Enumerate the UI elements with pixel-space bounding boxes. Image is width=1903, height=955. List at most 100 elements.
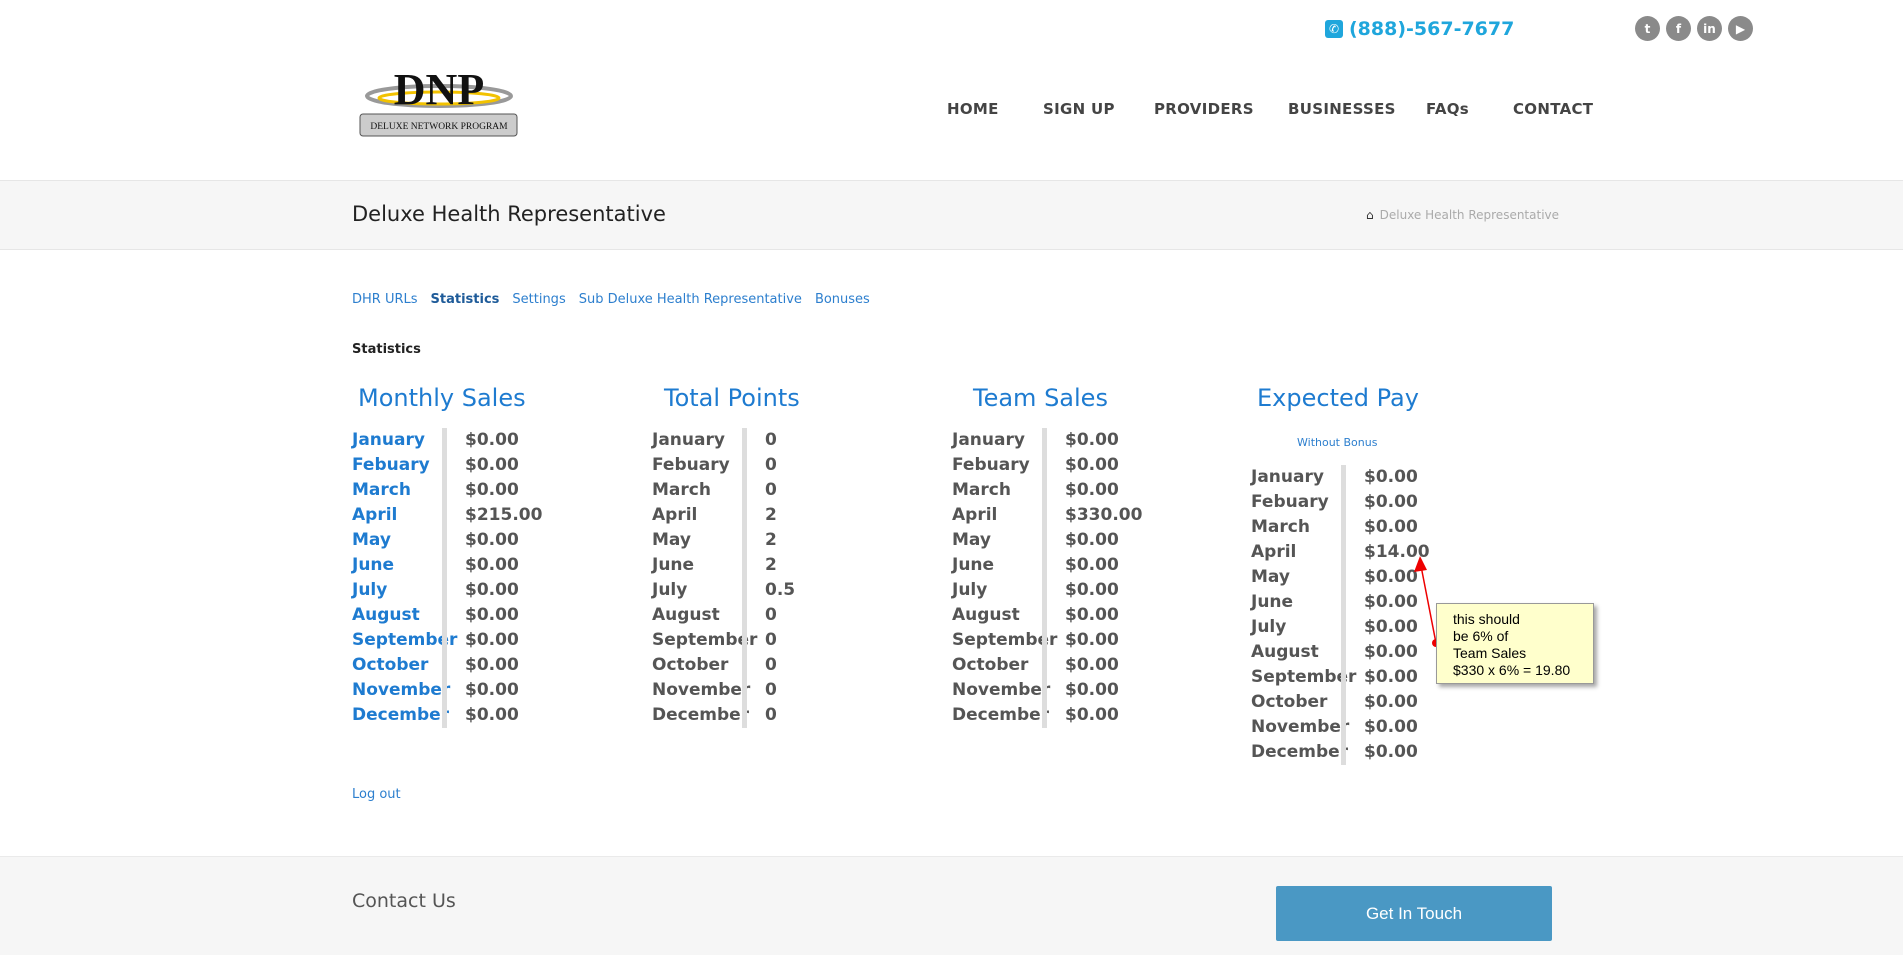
table-value-row: $0.00	[1065, 678, 1142, 703]
tab-dhr-urls[interactable]: DHR URLs	[352, 292, 418, 307]
month-label: November	[952, 680, 1051, 700]
table-value-row: $0.00	[465, 528, 542, 553]
table-row: May	[952, 528, 1042, 553]
month-label: Febuary	[1251, 492, 1329, 512]
nav-providers[interactable]: PROVIDERS	[1154, 100, 1254, 118]
month-label: June	[352, 555, 395, 575]
month-value: $0.00	[1065, 680, 1119, 700]
month-label: August	[1251, 642, 1319, 662]
logout-link[interactable]: Log out	[352, 787, 401, 802]
nav-businesses[interactable]: BUSINESSES	[1288, 100, 1396, 118]
note-line: be 6% of	[1453, 628, 1509, 644]
month-value: 0	[765, 680, 777, 700]
month-value: 0	[765, 655, 777, 675]
table-value-row: 0	[765, 703, 795, 728]
table-value-row: 0	[765, 453, 795, 478]
table-row: August	[952, 603, 1042, 628]
table-value-row: $0.00	[1065, 478, 1142, 503]
tab-sub-dhr[interactable]: Sub Deluxe Health Representative	[579, 292, 802, 307]
month-value: 0	[765, 430, 777, 450]
table-row: March	[952, 478, 1042, 503]
table-row: Febuary	[352, 453, 442, 478]
month-label: January	[952, 430, 1025, 450]
table-value-row: $0.00	[1364, 490, 1430, 515]
svg-text:DNP: DNP	[394, 68, 484, 114]
phone-number[interactable]: ✆ (888)-567-7677	[1325, 18, 1514, 40]
table-value-row: $0.00	[1065, 453, 1142, 478]
table-value-row: 0	[765, 628, 795, 653]
table-row: November	[952, 678, 1050, 703]
table-value-row: $0.00	[465, 603, 542, 628]
month-label: December	[352, 705, 450, 725]
month-label: Febuary	[952, 455, 1030, 475]
table-value-row: $0.00	[1065, 528, 1142, 553]
home-icon[interactable]: ⌂	[1366, 208, 1374, 222]
table-value-row: 2	[765, 553, 795, 578]
table-value-row: $0.00	[465, 578, 542, 603]
month-label: July	[652, 580, 688, 600]
table-row: July	[652, 578, 742, 603]
nav-contact[interactable]: CONTACT	[1513, 100, 1593, 118]
table-row: Febuary	[952, 453, 1042, 478]
table-row: August	[352, 603, 442, 628]
month-value: $0.00	[1065, 630, 1119, 650]
month-value: $0.00	[1364, 467, 1418, 487]
table-row: November	[1251, 715, 1349, 740]
table-row: December	[1251, 740, 1348, 765]
youtube-icon[interactable]: ▶	[1728, 16, 1753, 41]
table-row: June	[1251, 590, 1341, 615]
month-label: August	[652, 605, 720, 625]
month-value: $0.00	[1065, 580, 1119, 600]
month-value: 0	[765, 605, 777, 625]
nav-faqs[interactable]: FAQs	[1426, 100, 1469, 118]
table-row: November	[652, 678, 750, 703]
table-value-row: $0.00	[1065, 428, 1142, 453]
month-label: March	[652, 480, 711, 500]
month-value: $0.00	[465, 655, 519, 675]
tab-bonuses[interactable]: Bonuses	[815, 292, 870, 307]
linkedin-icon[interactable]: in	[1697, 16, 1722, 41]
table-value-row: $0.00	[465, 553, 542, 578]
table-row: December	[352, 703, 449, 728]
table-row: October	[652, 653, 742, 678]
month-value: $0.00	[465, 580, 519, 600]
table-value-row: $0.00	[465, 478, 542, 503]
table-value-row: $0.00	[1065, 628, 1142, 653]
month-label: June	[1251, 592, 1294, 612]
table-row: December	[652, 703, 749, 728]
table-row: April	[652, 503, 742, 528]
month-label: April	[652, 505, 698, 525]
nav-home[interactable]: HOME	[947, 100, 999, 118]
table-row: August	[1251, 640, 1341, 665]
table-row: January	[952, 428, 1042, 453]
table-row: January	[652, 428, 742, 453]
table-value-row: $0.00	[465, 653, 542, 678]
table-row: October	[352, 653, 442, 678]
month-label: November	[652, 680, 751, 700]
month-value: $0.00	[465, 630, 519, 650]
month-value: $0.00	[465, 680, 519, 700]
twitter-icon[interactable]: t	[1635, 16, 1660, 41]
table-row: March	[1251, 515, 1341, 540]
facebook-icon[interactable]: f	[1666, 16, 1691, 41]
table-row: December	[952, 703, 1049, 728]
month-label: August	[352, 605, 420, 625]
get-in-touch-button[interactable]: Get In Touch	[1276, 886, 1552, 941]
nav-sign-up[interactable]: SIGN UP	[1043, 100, 1115, 118]
month-value: $0.00	[1364, 717, 1418, 737]
month-value: $0.00	[465, 605, 519, 625]
tab-statistics[interactable]: Statistics	[431, 292, 500, 307]
table-value-row: $0.00	[1065, 653, 1142, 678]
table-row: January	[1251, 465, 1341, 490]
month-label: October	[652, 655, 729, 675]
social-links: t f in ▶	[1635, 16, 1753, 41]
tab-settings[interactable]: Settings	[512, 292, 565, 307]
table-value-row: 2	[765, 528, 795, 553]
month-label: July	[1251, 617, 1287, 637]
month-label: Febuary	[352, 455, 430, 475]
table-row: July	[1251, 615, 1341, 640]
month-value: 0	[765, 705, 777, 725]
phone-icon: ✆	[1325, 20, 1343, 38]
without-bonus-label: Without Bonus	[1297, 436, 1378, 449]
logo[interactable]: DNP DELUXE NETWORK PROGRAM	[359, 65, 519, 138]
